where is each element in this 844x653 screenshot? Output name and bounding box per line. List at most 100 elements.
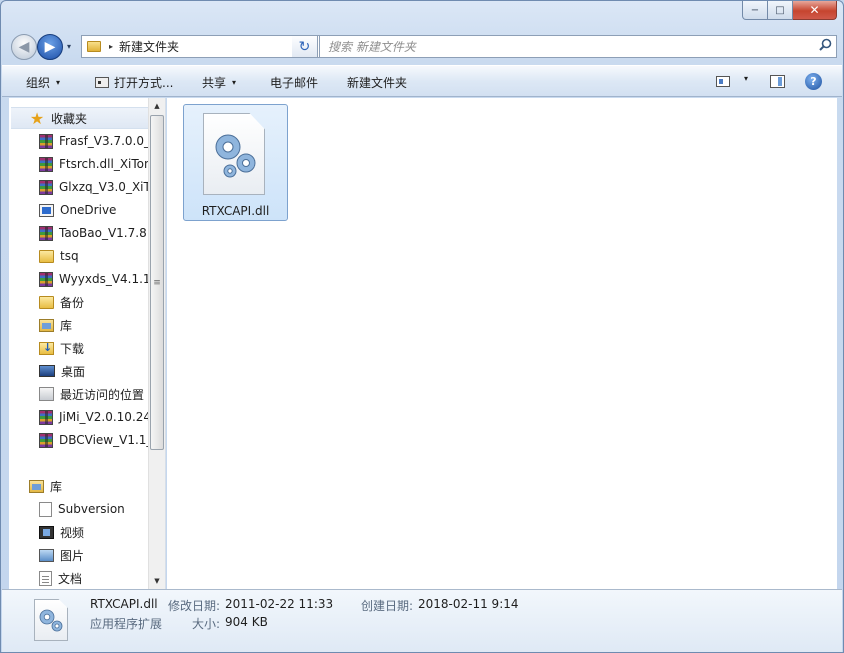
open-with-button[interactable]: 打开方式...: [95, 74, 173, 91]
minimize-button[interactable]: −: [742, 1, 768, 20]
maximize-button[interactable]: □: [768, 1, 793, 20]
sidebar-item-label: TaoBao_V1.7.8.: [59, 226, 151, 240]
sidebar-item-label: Glxzq_V3.0_XiTo: [59, 180, 157, 194]
details-pane: RTXCAPI.dll 应用程序扩展 修改日期: 2011-02-22 11:3…: [2, 589, 842, 652]
explorer-window: − □ ✕ ◀ ▶ ▾ ▸ 新建文件夹 ▾ ↻ 搜索 新建文件夹 组织 ▾: [0, 0, 844, 653]
downloads-icon: [39, 341, 54, 355]
chevron-down-icon: ▾: [744, 74, 749, 83]
caption-buttons: − □ ✕: [742, 1, 837, 20]
sidebar-item-downloads[interactable]: 下载: [39, 337, 84, 359]
scroll-up-button[interactable]: ▲: [149, 98, 165, 114]
sidebar-item-glxzq[interactable]: Glxzq_V3.0_XiTo: [39, 176, 156, 198]
preview-pane-button[interactable]: [770, 75, 785, 88]
sidebar-item-label: 备份: [60, 295, 85, 310]
new-folder-button[interactable]: 新建文件夹: [347, 74, 407, 91]
details-filetype: 应用程序扩展: [90, 617, 163, 631]
libraries-header[interactable]: 库: [29, 475, 62, 497]
view-icon: [716, 76, 730, 87]
libraries-label: 库: [50, 479, 63, 494]
star-icon: ★: [29, 108, 45, 128]
folder-icon: [39, 250, 54, 263]
created-date-label: 创建日期:: [361, 599, 414, 613]
sidebar-item-label: JiMi_V2.0.10.24_: [59, 410, 158, 424]
rar-archive-icon: [39, 156, 53, 172]
sidebar-item-library[interactable]: 库: [39, 314, 72, 336]
subversion-icon: [39, 501, 52, 517]
onedrive-icon: [39, 203, 54, 217]
sidebar-item-label: Wyyxds_V4.1.1.: [59, 272, 155, 286]
search-input[interactable]: 搜索 新建文件夹: [328, 38, 814, 55]
navigation-bar: ◀ ▶ ▾ ▸ 新建文件夹 ▾ ↻ 搜索 新建文件夹: [9, 32, 837, 60]
file-name: RTXCAPI.dll: [201, 204, 270, 218]
forward-button[interactable]: ▶: [37, 34, 63, 60]
back-button[interactable]: ◀: [11, 34, 37, 60]
sidebar-item-tsq[interactable]: tsq: [39, 245, 79, 267]
chevron-down-icon: ▾: [56, 78, 61, 87]
size-label: 大小:: [192, 617, 221, 631]
sidebar-item-recent-places[interactable]: 最近访问的位置: [39, 383, 144, 405]
help-icon: ?: [805, 73, 822, 90]
preview-pane-icon: [770, 75, 785, 88]
sidebar-item-taobao[interactable]: TaoBao_V1.7.8.: [39, 222, 151, 244]
sidebar-item-label: Ftsrch.dll_XiTon: [59, 157, 152, 171]
sidebar-item-pictures[interactable]: 图片: [39, 544, 84, 566]
sidebar-item-jimi[interactable]: JiMi_V2.0.10.24_: [39, 406, 157, 428]
sidebar-item-frasf[interactable]: Frasf_V3.7.0.0_X: [39, 130, 158, 152]
scroll-down-button[interactable]: ▼: [149, 573, 165, 589]
folder-icon: [39, 296, 54, 309]
rar-archive-icon: [39, 409, 53, 425]
sidebar-item-desktop[interactable]: 桌面: [39, 360, 85, 382]
rar-archive-icon: [39, 432, 53, 448]
library-icon: [39, 318, 54, 332]
navigation-pane: ★ 收藏夹 Frasf_V3.7.0.0_X Ftsrch.dll_XiTon …: [9, 98, 166, 589]
sidebar-item-dbcview[interactable]: DBCView_V1.1_: [39, 429, 152, 451]
address-bar[interactable]: ▸ 新建文件夹 ▾: [81, 35, 321, 58]
help-button[interactable]: ?: [805, 73, 822, 90]
breadcrumb-current-folder[interactable]: 新建文件夹: [119, 38, 304, 55]
share-menu[interactable]: 共享 ▾: [202, 74, 236, 91]
sidebar-item-label: 文档: [58, 571, 83, 586]
desktop-icon: [39, 365, 55, 377]
size-value: 904 KB: [225, 615, 268, 629]
favorites-header[interactable]: ★ 收藏夹: [11, 107, 151, 129]
sidebar-item-subversion[interactable]: Subversion: [39, 498, 125, 520]
sidebar-item-label: 下载: [60, 341, 85, 356]
sidebar-item-label: tsq: [60, 249, 79, 263]
file-item[interactable]: RTXCAPI.dll: [183, 104, 288, 221]
sidebar-item-wyyxds[interactable]: Wyyxds_V4.1.1.: [39, 268, 154, 290]
pictures-icon: [39, 548, 54, 562]
sidebar-item-ftsrch[interactable]: Ftsrch.dll_XiTon: [39, 153, 152, 175]
created-date-value: 2018-02-11 9:14: [418, 597, 519, 611]
sidebar-item-videos[interactable]: 视频: [39, 521, 84, 543]
search-box[interactable]: 搜索 新建文件夹: [319, 35, 837, 58]
rar-archive-icon: [39, 179, 53, 195]
organize-menu[interactable]: 组织 ▾: [26, 74, 60, 91]
email-button[interactable]: 电子邮件: [270, 74, 318, 91]
file-list-pane[interactable]: RTXCAPI.dll: [167, 98, 837, 589]
close-button[interactable]: ✕: [793, 1, 837, 20]
view-options-dropdown[interactable]: ▾: [738, 74, 748, 83]
organize-label: 组织: [26, 76, 51, 90]
sidebar-item-backup[interactable]: 备份: [39, 291, 84, 313]
rar-archive-icon: [39, 225, 53, 241]
share-label: 共享: [202, 76, 227, 90]
search-icon[interactable]: [814, 38, 836, 55]
videos-icon: [39, 525, 54, 539]
scroll-thumb[interactable]: ≡: [150, 115, 164, 450]
documents-icon: [39, 570, 52, 586]
sidebar-item-documents[interactable]: 文档: [39, 567, 82, 589]
sidebar-scrollbar[interactable]: ▲ ≡ ▼: [148, 98, 165, 589]
chevron-down-icon: ▾: [232, 78, 237, 87]
refresh-button[interactable]: ↻: [292, 35, 318, 58]
recent-places-icon: [39, 387, 54, 401]
modified-date-value: 2011-02-22 11:33: [225, 597, 334, 611]
sidebar-item-label: 图片: [60, 548, 85, 563]
sidebar-item-onedrive[interactable]: OneDrive: [39, 199, 116, 221]
recent-pages-dropdown[interactable]: ▾: [67, 42, 71, 51]
sidebar-item-label: DBCView_V1.1_: [59, 433, 153, 447]
breadcrumb-arrow-icon[interactable]: ▸: [109, 42, 113, 51]
open-with-label: 打开方式...: [114, 76, 174, 90]
change-view-button[interactable]: [716, 76, 730, 87]
sidebar-item-label: OneDrive: [60, 203, 117, 217]
modified-date-label: 修改日期:: [168, 599, 221, 613]
